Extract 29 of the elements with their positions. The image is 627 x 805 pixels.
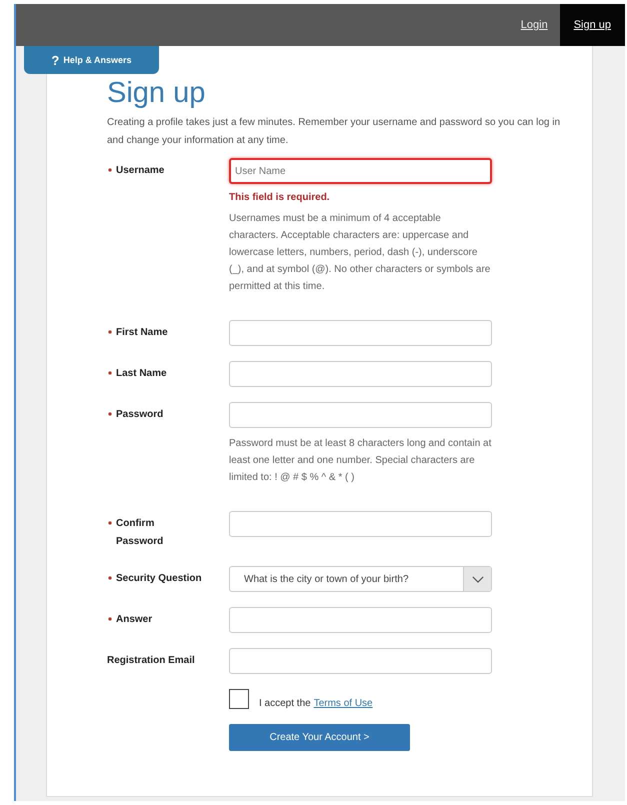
input-field[interactable]: [229, 607, 492, 633]
input-field[interactable]: [229, 648, 492, 674]
input-field[interactable]: [229, 320, 492, 346]
chevron-down-icon: [472, 576, 484, 582]
input-field[interactable]: User Name: [229, 158, 492, 184]
help-text: Password must be at least 8 characters long and contain at least one letter and one number. Special characters are limited to: ! @ # $ % ^ & * ( ): [229, 437, 492, 485]
field-label: Last Name: [116, 367, 168, 381]
input-field[interactable]: [229, 511, 492, 537]
select-field[interactable]: What is the city or town of your birth?: [229, 566, 492, 592]
terms-text: I accept the: [259, 698, 311, 709]
create-account-button[interactable]: Create Your Account >: [229, 724, 410, 751]
help-tab[interactable]: ? Help & Answers: [24, 46, 159, 74]
help-text: Usernames must be a minimum of 4 acceptable characters. Acceptable characters are: uppercase and lowercase letters, numbers, period, dash (-), underscore (_), and at symbol (@). No other characters or symbols are permitted at this time.: [229, 212, 492, 294]
checkbox[interactable]: [229, 689, 249, 709]
nav-link[interactable]: Login: [508, 4, 560, 46]
field-label: Password: [116, 408, 164, 422]
intro-text: Creating a profile takes just a few minutes. Remember your username and password so you can log in and change your information at any time.: [107, 116, 562, 148]
error-message: This field is required.: [229, 192, 331, 203]
field-label: Security Question: [116, 572, 203, 586]
terms-link[interactable]: Terms of Use: [314, 698, 373, 709]
field-label: Answer: [116, 613, 154, 627]
page-title: Sign up: [107, 76, 206, 110]
input-field[interactable]: [229, 402, 492, 428]
field-label: Confirm Password: [116, 517, 164, 549]
field-label: First Name: [116, 326, 169, 340]
input-field[interactable]: [229, 361, 492, 387]
nav-link[interactable]: Sign up: [560, 4, 625, 46]
field-label: Registration Email: [107, 654, 196, 668]
field-label: Username: [116, 164, 166, 178]
